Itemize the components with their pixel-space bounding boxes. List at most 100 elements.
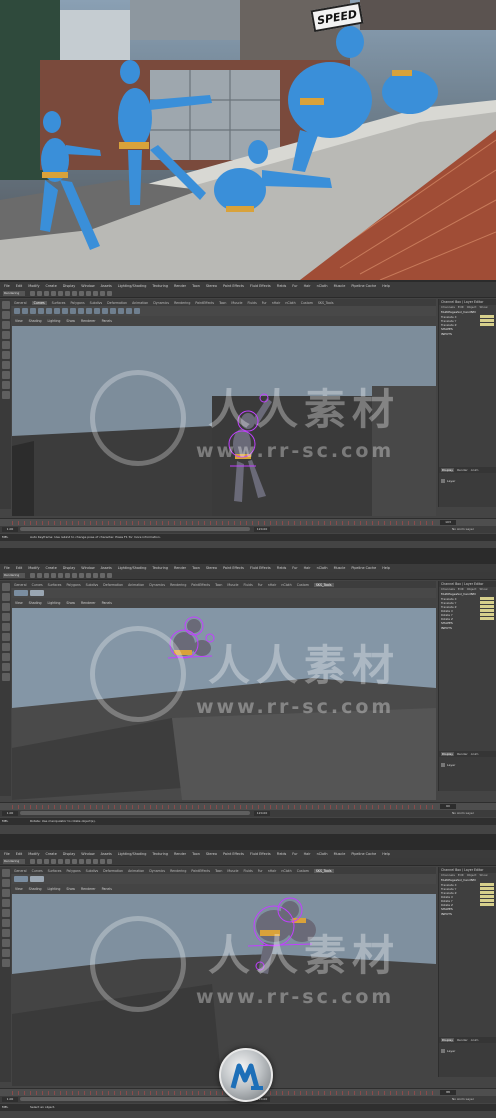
panel-menu-renderer[interactable]: Renderer [81, 887, 96, 891]
menu-help[interactable]: Help [382, 284, 390, 288]
attr-value-field[interactable] [480, 617, 494, 621]
manip-tool-icon[interactable] [1, 919, 10, 927]
shelf-tool-icon[interactable] [14, 590, 28, 596]
menu-lighting[interactable]: Lighting/Shading [118, 852, 147, 856]
range-slider[interactable]: 1.00 120.00 No Anim Layer [0, 810, 496, 817]
panel-menu-show[interactable]: Show [66, 319, 75, 323]
menu-file[interactable]: File [4, 284, 10, 288]
menu-stereo[interactable]: Stereo [206, 284, 217, 288]
shelf-tool-icon[interactable] [110, 308, 116, 314]
move-tool-icon[interactable] [1, 603, 10, 611]
menu-create[interactable]: Create [46, 852, 57, 856]
menu-file[interactable]: File [4, 566, 10, 570]
tab-deformation[interactable]: Deformation [107, 301, 127, 305]
menu-lighting[interactable]: Lighting/Shading [118, 284, 147, 288]
tab-rendering[interactable]: Rendering [174, 301, 190, 305]
attr-value-field[interactable] [480, 609, 494, 613]
tab-paint-effects[interactable]: PaintEffects [195, 301, 214, 305]
layer-row[interactable]: Layer [439, 479, 496, 483]
new-scene-icon[interactable] [30, 291, 35, 296]
tab-animation[interactable]: Animation [128, 583, 144, 587]
shelf-tool-icon[interactable] [118, 308, 124, 314]
panel-menu-shading[interactable]: Shading [29, 319, 42, 323]
menu-file[interactable]: File [4, 852, 10, 856]
scale-tool-icon[interactable] [1, 623, 10, 631]
tab-sks-tools[interactable]: SKS_Tools [313, 868, 334, 873]
save-scene-icon[interactable] [44, 859, 49, 864]
attr-value-field[interactable] [480, 601, 494, 605]
tab-general[interactable]: General [14, 869, 27, 873]
tab-dynamics[interactable]: Dynamics [149, 869, 165, 873]
menu-ncloth[interactable]: nCloth [317, 566, 328, 570]
range-start-field[interactable]: 1.00 [2, 1097, 18, 1102]
tab-surfaces[interactable]: Surfaces [48, 869, 62, 873]
tab-dynamics[interactable]: Dynamics [149, 583, 165, 587]
paint-select-icon[interactable] [65, 573, 70, 578]
panel-menu-view[interactable]: View [15, 319, 23, 323]
menu-pipeline-cache[interactable]: Pipeline Cache [351, 284, 376, 288]
menu-pipeline-cache[interactable]: Pipeline Cache [351, 852, 376, 856]
tab-ncloth[interactable]: nCloth [281, 869, 291, 873]
menu-assets[interactable]: Assets [101, 852, 112, 856]
snap-grid-icon[interactable] [72, 859, 77, 864]
paint-select-icon[interactable] [65, 859, 70, 864]
attr-value-field[interactable] [480, 605, 494, 609]
tab-polygons[interactable]: Polygons [66, 583, 80, 587]
menu-fields[interactable]: Fields [277, 852, 287, 856]
tab-general[interactable]: General [14, 583, 27, 587]
render-icon[interactable] [93, 291, 98, 296]
layout-four-icon[interactable] [1, 371, 10, 379]
tab-fur[interactable]: Fur [258, 869, 263, 873]
tab-ncloth[interactable]: nCloth [285, 301, 295, 305]
rotate-tool-icon[interactable] [1, 331, 10, 339]
layer-row[interactable]: Layer [439, 763, 496, 767]
tab-ncloth[interactable]: nCloth [281, 583, 291, 587]
attr-value-field[interactable] [480, 891, 494, 895]
mode-selector[interactable]: Rendering [3, 859, 25, 864]
tab-rendering[interactable]: Rendering [170, 583, 186, 587]
tab-rendering[interactable]: Rendering [170, 869, 186, 873]
layer-tab-anim[interactable]: Anim [471, 468, 479, 472]
render-settings-icon[interactable] [107, 573, 112, 578]
tab-custom[interactable]: Custom [297, 583, 309, 587]
shelf-tool-icon[interactable] [86, 308, 92, 314]
menu-assets[interactable]: Assets [101, 566, 112, 570]
tab-polygons[interactable]: Polygons [66, 869, 80, 873]
menu-edit[interactable]: Edit [16, 852, 23, 856]
move-tool-icon[interactable] [1, 889, 10, 897]
attr-value-field[interactable] [480, 323, 494, 327]
tab-subdivs[interactable]: Subdivs [86, 583, 99, 587]
menu-fur[interactable]: Fur [292, 284, 297, 288]
tab-muscle[interactable]: Muscle [227, 869, 238, 873]
menu-ncloth[interactable]: nCloth [317, 852, 328, 856]
layer-tab-render[interactable]: Render [457, 752, 468, 756]
menu-render[interactable]: Render [174, 566, 186, 570]
attr-value-field[interactable] [480, 319, 494, 323]
tab-sks-tools[interactable]: SKS_Tools [318, 301, 334, 305]
ipr-icon[interactable] [100, 573, 105, 578]
menu-render[interactable]: Render [174, 852, 186, 856]
panel-menu-shading[interactable]: Shading [29, 887, 42, 891]
range-bar[interactable] [20, 811, 250, 815]
menu-fluid-effects[interactable]: Fluid Effects [250, 566, 271, 570]
range-start-field[interactable]: 1.00 [2, 811, 18, 816]
menu-modify[interactable]: Modify [28, 566, 39, 570]
select-tool-icon[interactable] [1, 583, 10, 591]
select-tool-icon[interactable] [1, 869, 10, 877]
layout-two-icon[interactable] [1, 381, 10, 389]
tab-general[interactable]: General [14, 301, 27, 305]
tab-animation[interactable]: Animation [128, 869, 144, 873]
snap-curve-icon[interactable] [79, 859, 84, 864]
menu-fields[interactable]: Fields [277, 284, 287, 288]
attr-value-field[interactable] [480, 899, 494, 903]
menu-create[interactable]: Create [46, 566, 57, 570]
layout-outliner-icon[interactable] [1, 673, 10, 681]
layout-outliner-icon[interactable] [1, 959, 10, 967]
snap-grid-icon[interactable] [72, 573, 77, 578]
layout-four-icon[interactable] [1, 939, 10, 947]
snap-point-icon[interactable] [86, 573, 91, 578]
attr-value-field[interactable] [480, 887, 494, 891]
attr-value-field[interactable] [480, 883, 494, 887]
menu-window[interactable]: Window [81, 284, 94, 288]
menu-hair[interactable]: Hair [304, 852, 311, 856]
